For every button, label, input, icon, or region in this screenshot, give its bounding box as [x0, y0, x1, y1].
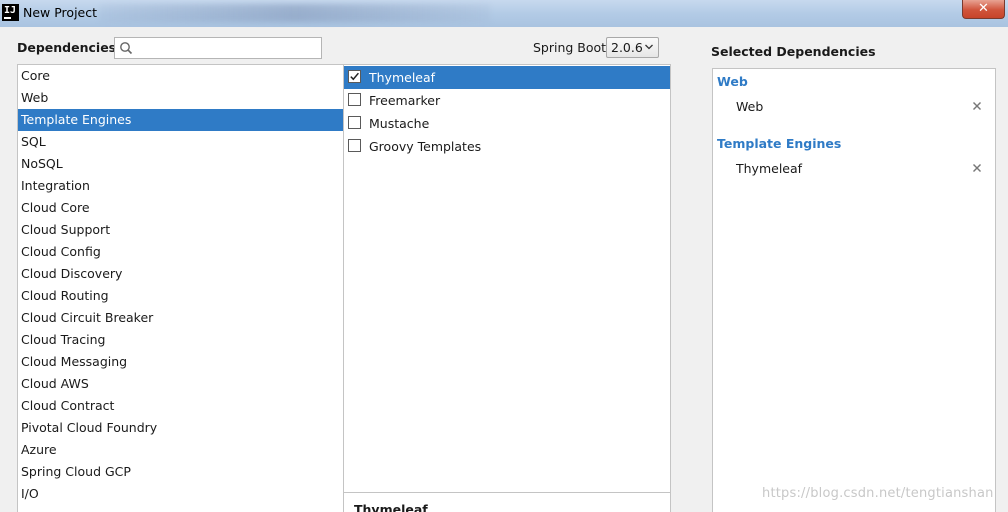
window-close-button[interactable]: ✕ — [962, 0, 1005, 19]
category-label: Spring Cloud GCP — [21, 464, 131, 479]
category-label: Azure — [21, 442, 57, 457]
category-label: Cloud Routing — [21, 288, 109, 303]
intellij-app-icon: IJ — [2, 4, 19, 21]
category-label: Cloud Config — [21, 244, 101, 259]
category-item-core[interactable]: Core — [18, 65, 343, 87]
category-label: Web — [21, 90, 49, 105]
category-item-cloud-routing[interactable]: Cloud Routing — [18, 285, 343, 307]
watermark-text: https://blog.csdn.net/tengtianshan — [762, 486, 994, 501]
category-label: NoSQL — [21, 156, 63, 171]
chevron-down-icon — [645, 44, 653, 50]
category-label: Cloud Tracing — [21, 332, 106, 347]
dependency-checkbox-thymeleaf[interactable] — [348, 70, 361, 83]
category-label: Pivotal Cloud Foundry — [21, 420, 158, 435]
spring-boot-version-select[interactable]: 2.0.6 — [606, 37, 659, 58]
category-item-spring-cloud-gcp[interactable]: Spring Cloud GCP — [18, 461, 343, 483]
category-item-integration[interactable]: Integration — [18, 175, 343, 197]
category-item-cloud-tracing[interactable]: Cloud Tracing — [18, 329, 343, 351]
category-item-cloud-messaging[interactable]: Cloud Messaging — [18, 351, 343, 373]
dependency-search-input[interactable] — [114, 37, 322, 59]
category-label: Cloud Core — [21, 200, 90, 215]
category-label: Cloud Messaging — [21, 354, 128, 369]
dependency-description-panel: Thymeleaf — [343, 492, 671, 512]
dependency-label: Freemarker — [369, 93, 441, 108]
category-label: Core — [21, 68, 50, 83]
window-title: New Project — [23, 5, 98, 20]
category-item-nosql[interactable]: NoSQL — [18, 153, 343, 175]
category-item-web[interactable]: Web — [18, 87, 343, 109]
spring-boot-label: Spring Boot — [533, 40, 607, 55]
category-label: Cloud Circuit Breaker — [21, 310, 154, 325]
dependency-checkbox-groovy-templates[interactable] — [348, 139, 361, 152]
category-item-cloud-circuit-breaker[interactable]: Cloud Circuit Breaker — [18, 307, 343, 329]
category-label: Cloud Contract — [21, 398, 115, 413]
dependency-item-mustache[interactable]: Mustache — [344, 112, 670, 135]
spring-boot-version-value: 2.0.6 — [611, 40, 643, 55]
dependency-checkbox-freemarker[interactable] — [348, 93, 361, 106]
category-item-cloud-core[interactable]: Cloud Core — [18, 197, 343, 219]
window-titlebar: IJ New Project ✕ — [0, 0, 1008, 27]
app-icon-bar — [4, 17, 11, 19]
dependencies-label: Dependencies — [17, 40, 117, 55]
remove-web-button[interactable] — [971, 100, 983, 112]
selected-group-web: Web — [717, 74, 748, 89]
selected-item-web: Web — [736, 99, 764, 114]
selected-item-thymeleaf: Thymeleaf — [736, 161, 803, 176]
checkmark-icon — [350, 72, 359, 81]
dependency-label: Thymeleaf — [369, 70, 436, 85]
dependency-list[interactable]: Thymeleaf Freemarker Mustache Groovy Tem… — [343, 64, 671, 494]
category-label: Template Engines — [21, 112, 132, 127]
selected-dependencies-panel: Web Web Template Engines Thymeleaf — [712, 68, 996, 512]
category-list[interactable]: Core Web Template Engines SQL NoSQL Inte… — [17, 64, 344, 512]
category-label: Cloud Support — [21, 222, 111, 237]
remove-thymeleaf-button[interactable] — [971, 162, 983, 174]
dependency-item-thymeleaf[interactable]: Thymeleaf — [344, 66, 670, 89]
category-item-cloud-support[interactable]: Cloud Support — [18, 219, 343, 241]
category-item-cloud-discovery[interactable]: Cloud Discovery — [18, 263, 343, 285]
category-item-cloud-aws[interactable]: Cloud AWS — [18, 373, 343, 395]
category-item-pivotal-cloud-foundry[interactable]: Pivotal Cloud Foundry — [18, 417, 343, 439]
close-icon — [973, 164, 981, 172]
dependency-label: Groovy Templates — [369, 139, 482, 154]
category-label: Cloud Discovery — [21, 266, 123, 281]
category-item-template-engines[interactable]: Template Engines — [18, 109, 343, 131]
app-icon-text: IJ — [4, 5, 17, 16]
dependency-label: Mustache — [369, 116, 430, 131]
category-item-cloud-contract[interactable]: Cloud Contract — [18, 395, 343, 417]
description-title: Thymeleaf — [354, 502, 428, 512]
blurred-path-strip — [100, 4, 490, 22]
category-label: Cloud AWS — [21, 376, 89, 391]
category-item-azure[interactable]: Azure — [18, 439, 343, 461]
dependency-checkbox-mustache[interactable] — [348, 116, 361, 129]
category-item-io[interactable]: I/O — [18, 483, 343, 505]
selected-group-template-engines: Template Engines — [717, 136, 842, 151]
category-item-cloud-config[interactable]: Cloud Config — [18, 241, 343, 263]
dependency-item-groovy-templates[interactable]: Groovy Templates — [344, 135, 670, 158]
dependency-item-freemarker[interactable]: Freemarker — [344, 89, 670, 112]
category-label: Integration — [21, 178, 90, 193]
close-icon — [973, 102, 981, 110]
category-label: I/O — [21, 486, 39, 501]
category-item-sql[interactable]: SQL — [18, 131, 343, 153]
selected-dependencies-label: Selected Dependencies — [711, 44, 876, 59]
search-icon — [120, 42, 133, 55]
category-label: SQL — [21, 134, 46, 149]
